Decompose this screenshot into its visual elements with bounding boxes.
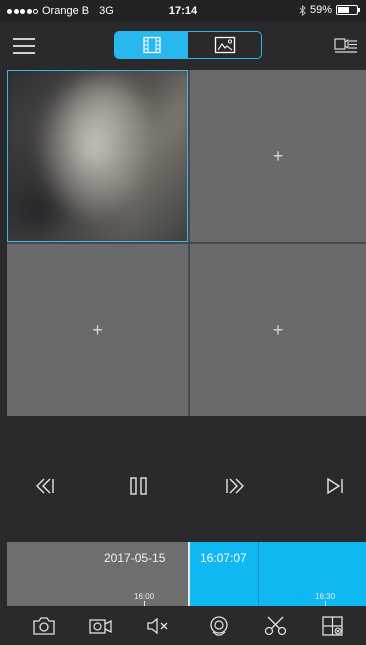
skip-next-button[interactable]	[321, 474, 349, 498]
timeline-cursor[interactable]	[188, 542, 190, 606]
battery-icon	[336, 5, 360, 15]
picture-icon	[214, 36, 235, 54]
mode-segmented-control	[114, 31, 262, 59]
add-channel-icon: +	[272, 319, 284, 340]
film-strip-icon	[142, 36, 161, 54]
video-window-2[interactable]: +	[190, 70, 366, 242]
nav-bar	[0, 22, 366, 70]
fast-forward-icon	[226, 478, 244, 494]
timeline-tick-label: 16:30	[315, 592, 336, 601]
add-channel-icon: +	[92, 319, 103, 340]
video-grid: + + +	[7, 70, 366, 416]
record-button[interactable]	[88, 615, 114, 637]
video-window-3[interactable]: +	[7, 244, 188, 416]
timeline-current-time: 16:07:07	[200, 551, 247, 565]
skip-next-icon	[327, 477, 343, 495]
search-playback-button[interactable]	[206, 615, 232, 637]
video-window-4[interactable]: +	[190, 244, 366, 416]
bottom-toolbar	[0, 606, 366, 645]
timeline-tick-label: 16:00	[134, 592, 155, 601]
mute-speaker-icon	[147, 617, 168, 635]
snapshot-camera-icon	[33, 617, 55, 635]
video-window-1[interactable]	[7, 70, 188, 242]
mute-button[interactable]	[145, 615, 171, 637]
battery-percent: 59%	[309, 4, 332, 16]
pause-button[interactable]	[125, 474, 153, 498]
search-playback-icon	[210, 616, 228, 636]
snapshot-button[interactable]	[31, 615, 57, 637]
layout-button[interactable]	[320, 615, 346, 637]
battery-info: 59%	[299, 4, 360, 16]
timeline-date: 2017-05-15	[104, 551, 166, 565]
playback-controls	[7, 416, 366, 542]
add-channel-icon: +	[272, 145, 284, 166]
tab-picture-playback[interactable]	[188, 32, 261, 58]
scissors-clip-icon	[264, 616, 287, 636]
rewind-icon	[36, 478, 54, 494]
playback-timeline[interactable]: 2017-05-15 16:07:07 16:00 16:30	[7, 542, 366, 606]
fast-forward-button[interactable]	[222, 474, 250, 498]
bluetooth-icon	[299, 4, 306, 16]
timeline-divider	[258, 542, 259, 606]
clip-button[interactable]	[263, 615, 289, 637]
tab-video-playback[interactable]	[115, 32, 188, 58]
record-video-icon	[89, 619, 112, 634]
hamburger-menu-icon[interactable]	[13, 38, 35, 54]
status-bar: Orange B 3G 17:14 59%	[0, 0, 366, 22]
playlist-icon[interactable]	[334, 36, 358, 56]
window-layout-icon	[322, 616, 343, 636]
pause-icon	[130, 477, 147, 495]
rewind-button[interactable]	[30, 474, 58, 498]
video-stream	[8, 71, 187, 241]
